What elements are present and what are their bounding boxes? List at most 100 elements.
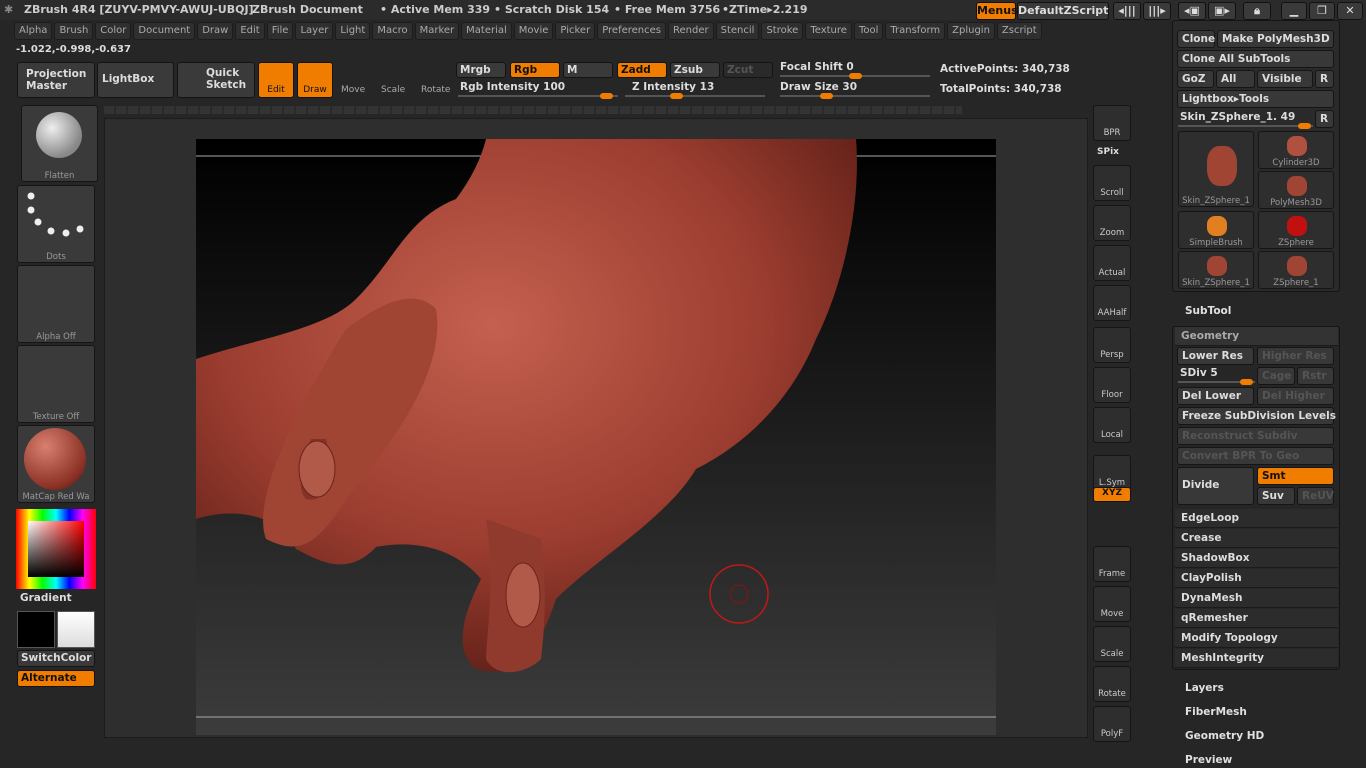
rstr-button[interactable]: Rstr <box>1297 367 1334 385</box>
section-qremesher[interactable]: qRemesher <box>1175 609 1338 628</box>
zsub-button[interactable]: Zsub <box>670 62 720 78</box>
smt-toggle[interactable]: Smt <box>1257 467 1334 485</box>
spix-button[interactable]: SPix <box>1097 147 1119 157</box>
menu-light[interactable]: Light <box>335 22 371 40</box>
menu-movie[interactable]: Movie <box>513 22 554 40</box>
section-modify-topology[interactable]: Modify Topology <box>1175 629 1338 648</box>
minimize-icon[interactable]: ▁ <box>1281 2 1307 20</box>
section-geometry-hd[interactable]: Geometry HD <box>1185 730 1264 742</box>
tool-thumbnail[interactable]: Skin_ZSphere_1 <box>1178 251 1254 289</box>
tool-thumbnail[interactable]: ZSphere <box>1258 211 1334 249</box>
section-meshintegrity[interactable]: MeshIntegrity <box>1175 649 1338 668</box>
restore-icon[interactable]: ❐ <box>1309 2 1335 20</box>
zoom-button[interactable]: Zoom <box>1093 205 1131 241</box>
material-thumbnail[interactable]: MatCap Red Wa <box>17 425 95 503</box>
floor-button[interactable]: Floor <box>1093 367 1131 403</box>
aahalf-button[interactable]: AAHalf <box>1093 285 1131 321</box>
next-layout-icon[interactable]: |||▸ <box>1143 2 1171 20</box>
menu-material[interactable]: Material <box>461 22 512 40</box>
tool-thumbnail[interactable]: SimpleBrush <box>1178 211 1254 249</box>
quick-sketch-button[interactable]: Quick Sketch <box>177 62 255 98</box>
all-button[interactable]: All <box>1216 70 1255 88</box>
document-viewport[interactable] <box>196 139 996 735</box>
suv-toggle[interactable]: Suv <box>1257 487 1295 505</box>
draw-button[interactable]: Draw <box>297 62 333 98</box>
freeze-subdivision-button[interactable]: Freeze SubDivision Levels <box>1177 407 1336 425</box>
del-lower-button[interactable]: Del Lower <box>1177 387 1254 405</box>
draw-size-slider[interactable] <box>780 93 930 99</box>
higher-res-button[interactable]: Higher Res <box>1257 347 1334 365</box>
scroll-button[interactable]: Scroll <box>1093 165 1131 201</box>
reuv-button[interactable]: ReUV <box>1297 487 1334 505</box>
section-edgeloop[interactable]: EdgeLoop <box>1175 509 1338 528</box>
menu-edit[interactable]: Edit <box>235 22 265 40</box>
persp-button[interactable]: Persp <box>1093 327 1131 363</box>
polyf-button[interactable]: PolyF <box>1093 706 1131 742</box>
mrgb-button[interactable]: Mrgb <box>456 62 506 78</box>
r-reset-button[interactable]: R <box>1315 110 1334 128</box>
scale-button[interactable]: Scale <box>381 85 405 95</box>
secondary-color-swatch[interactable] <box>17 611 55 648</box>
menu-document[interactable]: Document <box>133 22 196 40</box>
menu-tool[interactable]: Tool <box>853 22 884 40</box>
clone-all-subtools-button[interactable]: Clone All SubTools <box>1177 50 1334 68</box>
sdiv-slider[interactable] <box>1178 379 1255 385</box>
section-claypolish[interactable]: ClayPolish <box>1175 569 1338 588</box>
section-fibermesh[interactable]: FiberMesh <box>1185 706 1247 718</box>
move-button[interactable]: Move <box>1093 586 1131 622</box>
menu-alpha[interactable]: Alpha <box>14 22 53 40</box>
main-color-swatch[interactable] <box>57 611 95 648</box>
menu-transform[interactable]: Transform <box>885 22 946 40</box>
menu-zscript[interactable]: Zscript <box>996 22 1042 40</box>
cage-button[interactable]: Cage <box>1257 367 1295 385</box>
zcut-button[interactable]: Zcut <box>723 62 773 78</box>
goz-button[interactable]: GoZ <box>1177 70 1214 88</box>
visible-button[interactable]: Visible <box>1257 70 1313 88</box>
xyz-button[interactable]: XYZ <box>1093 487 1131 502</box>
brush-thumbnail[interactable]: Flatten <box>21 105 98 182</box>
del-higher-button[interactable]: Del Higher <box>1257 387 1334 405</box>
convert-bpr-button[interactable]: Convert BPR To Geo <box>1177 447 1334 465</box>
rgb-intensity-slider[interactable] <box>458 93 618 99</box>
stroke-thumbnail[interactable]: Dots <box>17 185 95 263</box>
make-polymesh3d-button[interactable]: Make PolyMesh3D <box>1217 30 1334 48</box>
menu-file[interactable]: File <box>266 22 294 40</box>
menu-brush[interactable]: Brush <box>54 22 94 40</box>
menu-draw[interactable]: Draw <box>197 22 234 40</box>
texture-thumbnail[interactable]: Texture Off <box>17 345 95 423</box>
edit-button[interactable]: Edit <box>258 62 294 98</box>
section-layers[interactable]: Layers <box>1185 682 1224 694</box>
menus-button[interactable]: Menus <box>976 2 1018 20</box>
focal-shift-slider[interactable] <box>780 73 930 79</box>
lightbox-tools-button[interactable]: Lightbox▸Tools <box>1177 90 1334 108</box>
section-shadowbox[interactable]: ShadowBox <box>1175 549 1338 568</box>
z-intensity-slider[interactable] <box>625 93 765 99</box>
menu-color[interactable]: Color <box>95 22 132 40</box>
m-button[interactable]: M <box>563 62 613 78</box>
current-tool-slider[interactable] <box>1178 123 1313 129</box>
reconstruct-subdiv-button[interactable]: Reconstruct Subdiv <box>1177 427 1334 445</box>
tool-thumbnail[interactable]: Skin_ZSphere_1 <box>1178 131 1254 207</box>
lsym-button[interactable]: L.Sym <box>1093 455 1131 491</box>
menu-stroke[interactable]: Stroke <box>761 22 804 40</box>
section-dynamesh[interactable]: DynaMesh <box>1175 589 1338 608</box>
tool-thumbnail[interactable]: PolyMesh3D <box>1258 171 1334 209</box>
projection-master-button[interactable]: Projection Master <box>17 62 95 98</box>
switchcolor-button[interactable]: SwitchColor <box>17 650 95 667</box>
zadd-button[interactable]: Zadd <box>617 62 667 78</box>
tool-thumbnail[interactable]: Cylinder3D <box>1258 131 1334 169</box>
section-crease[interactable]: Crease <box>1175 529 1338 548</box>
menu-zplugin[interactable]: Zplugin <box>947 22 995 40</box>
subtool-section[interactable]: SubTool <box>1185 305 1231 317</box>
rotate-button[interactable]: Rotate <box>1093 666 1131 702</box>
alpha-thumbnail[interactable]: Alpha Off <box>17 265 95 343</box>
horizontal-scrollbar[interactable] <box>104 106 962 114</box>
local-button[interactable]: Local <box>1093 407 1131 443</box>
scale-button[interactable]: Scale <box>1093 626 1131 662</box>
frame-button[interactable]: Frame <box>1093 546 1131 582</box>
color-picker[interactable] <box>16 509 96 589</box>
menu-stencil[interactable]: Stencil <box>715 22 760 40</box>
menu-picker[interactable]: Picker <box>555 22 596 40</box>
prev-layout-icon[interactable]: ◂||| <box>1113 2 1141 20</box>
close-icon[interactable]: ✕ <box>1337 2 1363 20</box>
